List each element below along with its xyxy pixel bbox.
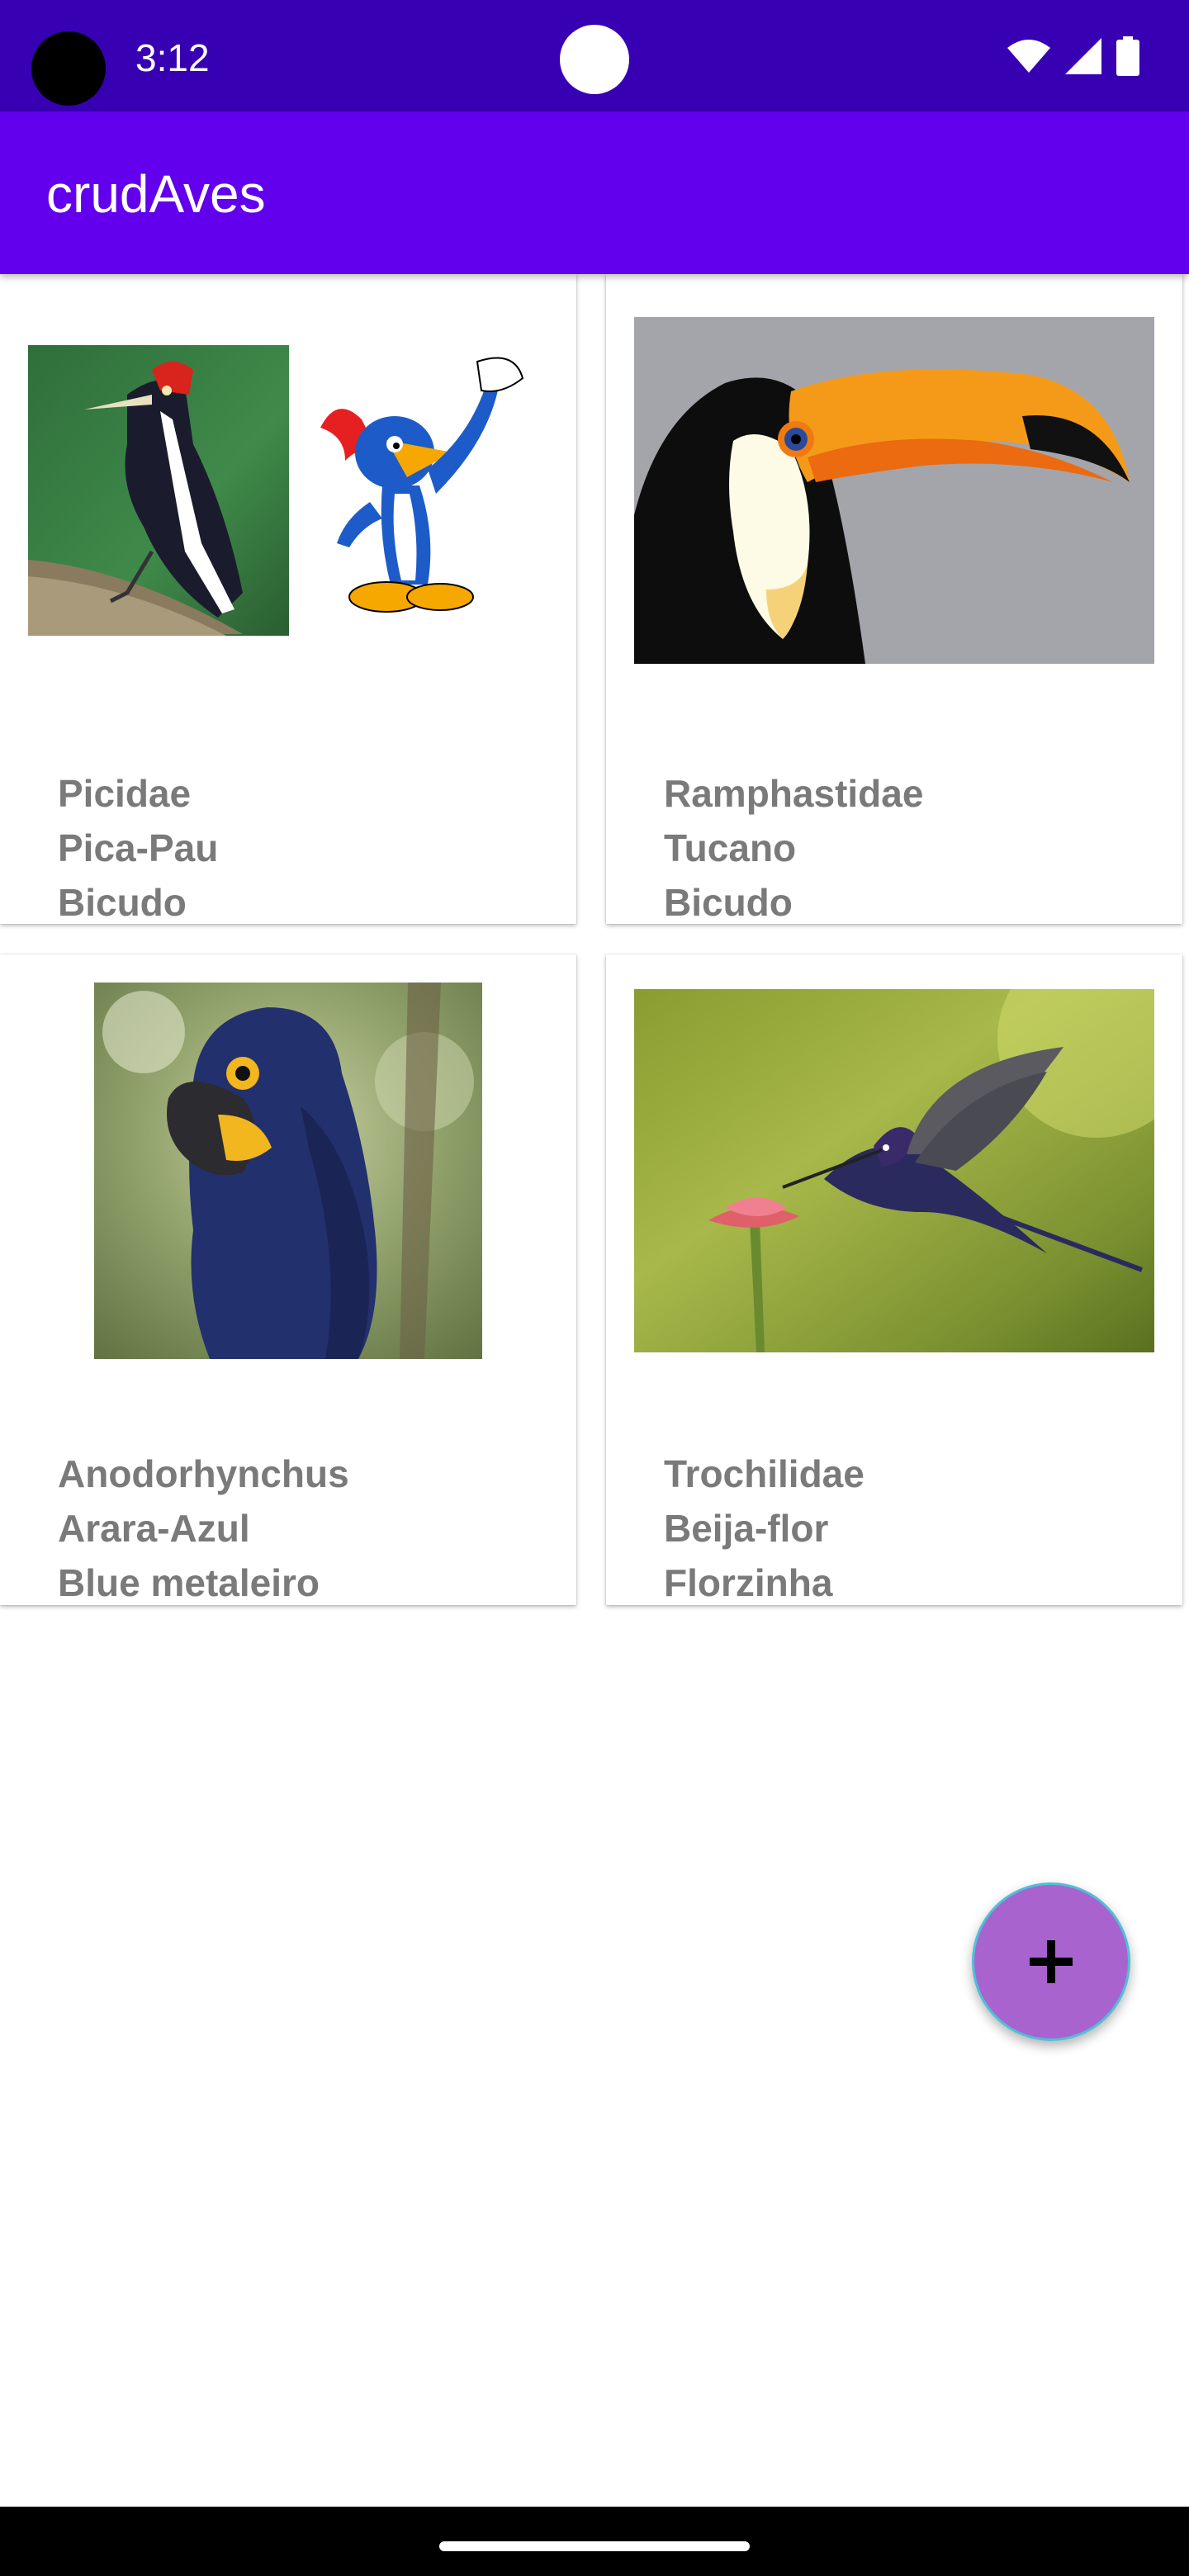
bird-card[interactable]: Picidae Pica-Pau Bicudo bbox=[0, 274, 576, 924]
bird-nickname: Bicudo bbox=[664, 881, 793, 924]
woodpecker-photo bbox=[28, 345, 289, 636]
signal-icon bbox=[1065, 38, 1101, 74]
bird-card[interactable]: Trochilidae Beija-flor Florzinha bbox=[606, 954, 1182, 1605]
bird-family: Picidae bbox=[58, 772, 192, 815]
add-bird-button[interactable] bbox=[972, 1882, 1130, 2041]
app-title: crudAves bbox=[46, 164, 266, 224]
status-bar: 3:12 bbox=[0, 0, 1189, 111]
bird-card[interactable]: Ramphastidae Tucano Bicudo bbox=[606, 274, 1182, 924]
bird-name: Beija-flor bbox=[664, 1507, 829, 1550]
bird-card[interactable]: Anodorhynchus Arara-Azul Blue metaleiro bbox=[0, 954, 576, 1605]
plus-icon bbox=[1030, 1940, 1073, 1983]
battery-icon bbox=[1116, 36, 1139, 76]
bird-nickname: Blue metaleiro bbox=[58, 1561, 320, 1604]
status-icons bbox=[1007, 36, 1139, 76]
screen: 3:12 crudAves Picidae Pica-Pau Bicudo Ra… bbox=[0, 0, 1189, 2576]
toucan-photo bbox=[634, 317, 1154, 664]
card-text: Trochilidae Beija-flor Florzinha bbox=[664, 1447, 865, 1605]
bird-name: Tucano bbox=[664, 826, 797, 869]
hyacinth-macaw-photo bbox=[94, 983, 482, 1359]
bird-nickname: Florzinha bbox=[664, 1561, 833, 1604]
bird-family: Trochilidae bbox=[664, 1452, 865, 1495]
bird-family: Anodorhynchus bbox=[58, 1452, 349, 1495]
hummingbird-photo bbox=[634, 989, 1154, 1352]
notification-dot bbox=[560, 25, 629, 94]
card-text: Picidae Pica-Pau Bicudo bbox=[58, 766, 218, 924]
card-text: Anodorhynchus Arara-Azul Blue metaleiro bbox=[58, 1447, 349, 1605]
bird-name: Arara-Azul bbox=[58, 1507, 250, 1550]
woody-woodpecker-cartoon bbox=[312, 345, 530, 636]
status-time: 3:12 bbox=[135, 36, 210, 79]
card-text: Ramphastidae Tucano Bicudo bbox=[664, 766, 923, 924]
bird-nickname: Bicudo bbox=[58, 881, 187, 924]
navigation-bar bbox=[0, 2507, 1189, 2576]
bird-name: Pica-Pau bbox=[58, 826, 219, 869]
camera-cutout bbox=[31, 31, 106, 106]
bird-family: Ramphastidae bbox=[664, 772, 924, 815]
home-gesture-handle[interactable] bbox=[439, 2541, 750, 2551]
wifi-icon bbox=[1007, 40, 1050, 73]
app-bar: crudAves bbox=[0, 111, 1189, 274]
